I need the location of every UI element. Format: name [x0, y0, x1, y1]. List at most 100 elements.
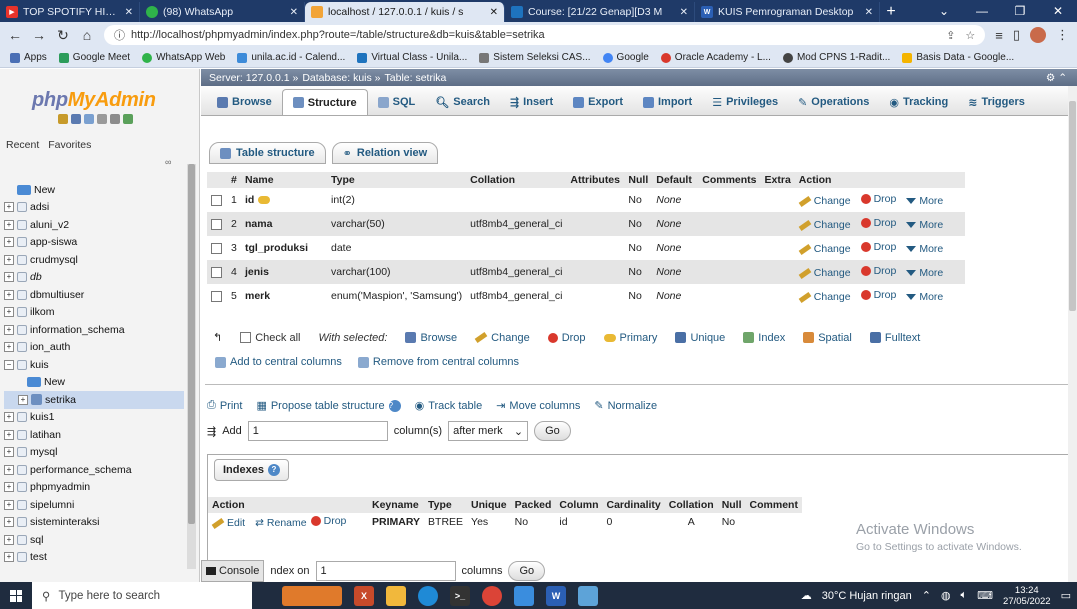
home-icon[interactable]: ⌂	[80, 27, 94, 43]
change-column-button[interactable]: Change	[798, 243, 851, 255]
expand-icon[interactable]: +	[4, 254, 14, 265]
close-window-icon[interactable]: ✕	[1039, 0, 1077, 22]
expand-icon[interactable]: +	[18, 394, 28, 405]
expand-icon[interactable]: +	[4, 324, 14, 335]
sidebar-table-setrika[interactable]: + setrika	[4, 391, 184, 409]
sidebar-db-phpmyadmin[interactable]: + phpmyadmin	[4, 479, 184, 497]
row-checkbox[interactable]	[211, 218, 222, 230]
gear-icon[interactable]: ⚙ ⌃	[1046, 72, 1077, 84]
start-button[interactable]	[0, 582, 32, 609]
edge-icon[interactable]	[418, 585, 438, 606]
main-scrollbar[interactable]	[1068, 86, 1077, 582]
help-icon[interactable]: ?	[388, 399, 401, 412]
virtualbox-icon[interactable]	[514, 585, 534, 606]
recent-tab[interactable]: Recent	[6, 139, 39, 151]
breadcrumb-table[interactable]: Table: setrika	[385, 72, 447, 84]
logout-icon[interactable]	[71, 114, 81, 124]
remove-central-columns-button[interactable]: Remove from central columns	[357, 356, 519, 368]
normalize-button[interactable]: ✎ Normalize	[594, 399, 657, 413]
browser-tab-kuis[interactable]: W KUIS Pemrograman Desktop ✕	[695, 2, 880, 22]
sidebar-db-ion-auth[interactable]: + ion_auth	[4, 339, 184, 357]
help-icon[interactable]	[84, 114, 94, 124]
index-rename-button[interactable]: ⇄ Rename	[255, 517, 307, 529]
forward-icon[interactable]: →	[32, 27, 46, 43]
tab-privileges[interactable]: ☰ Privileges	[702, 89, 788, 115]
browser-tab-whatsapp[interactable]: (98) WhatsApp ✕	[140, 2, 305, 22]
chevron-down-icon[interactable]: ⌄	[925, 0, 963, 22]
sidebar-scrollbar[interactable]	[187, 164, 196, 569]
sidebar-db-ilkom[interactable]: + ilkom	[4, 304, 184, 322]
tab-triggers[interactable]: ≋ Triggers	[958, 89, 1035, 115]
breadcrumb-database[interactable]: Database: kuis »	[302, 72, 380, 84]
tab-search[interactable]: 🔍︎ Search	[425, 89, 500, 115]
expand-icon[interactable]: +	[4, 237, 14, 248]
row-select-cell[interactable]	[207, 260, 227, 284]
sidebar-db-performance-schema[interactable]: + performance_schema	[4, 461, 184, 479]
bookmark-whatsapp[interactable]: WhatsApp Web	[142, 52, 225, 63]
collapse-icon[interactable]: −	[4, 359, 14, 370]
expand-icon[interactable]: +	[4, 219, 14, 230]
bookmark-google[interactable]: Google	[602, 52, 649, 63]
print-button[interactable]: ⎙ Print	[207, 399, 242, 412]
move-columns-button[interactable]: ⇥ Move columns	[496, 399, 580, 413]
more-actions-button[interactable]: More	[906, 291, 943, 303]
add-column-go-button[interactable]: Go	[534, 421, 571, 441]
browser-tab-phpmyadmin[interactable]: localhost / 127.0.0.1 / kuis / s ✕	[305, 2, 505, 22]
sidebar-db-latihan[interactable]: + latihan	[4, 426, 184, 444]
console-toggle[interactable]: Console	[201, 559, 265, 582]
index-edit-button[interactable]: Edit	[211, 517, 245, 529]
bookmark-google-meet[interactable]: Google Meet	[58, 52, 130, 63]
sidebar-db-mysql[interactable]: + mysql	[4, 444, 184, 462]
add-column-count-input[interactable]: 1	[247, 421, 388, 441]
star-icon[interactable]: ☆	[965, 29, 975, 42]
gear-icon[interactable]	[110, 114, 120, 124]
minimize-icon[interactable]: —	[963, 0, 1001, 22]
phpmyadmin-logo[interactable]: phpMyAdmin	[32, 89, 156, 112]
new-database-link[interactable]: New	[4, 374, 184, 392]
sidebar-db-test[interactable]: + test	[4, 549, 184, 567]
close-icon[interactable]: ✕	[865, 7, 873, 18]
volume-icon[interactable]: 🔈︎	[961, 589, 968, 602]
sidebar-db-sipelumni[interactable]: + sipelumni	[4, 496, 184, 514]
add-central-columns-button[interactable]: Add to central columns	[215, 356, 342, 368]
keyboard-icon[interactable]: ⌨	[977, 589, 993, 602]
restore-icon[interactable]: ❐	[1001, 0, 1039, 22]
column-position-select[interactable]: after merk ⌄	[448, 421, 529, 441]
expand-icon[interactable]: +	[4, 272, 14, 283]
bulk-fulltext-button[interactable]: Fulltext	[869, 332, 920, 344]
word-icon[interactable]: W	[546, 585, 566, 606]
tab-sql[interactable]: SQL	[368, 89, 426, 115]
expand-icon[interactable]: +	[4, 202, 14, 213]
bulk-index-button[interactable]: Index	[743, 332, 785, 344]
sidebar-db-adsi[interactable]: + adsi	[4, 199, 184, 217]
app-icon[interactable]	[578, 585, 598, 606]
tab-browse[interactable]: Browse	[207, 89, 282, 115]
new-tab-button[interactable]: +	[880, 2, 902, 22]
change-column-button[interactable]: Change	[798, 219, 851, 231]
clock[interactable]: 13:24 27/05/2022	[1003, 585, 1051, 607]
bulk-unique-button[interactable]: Unique	[675, 332, 725, 344]
bookmark-basis-data[interactable]: Basis Data - Google...	[902, 52, 1014, 63]
bulk-spatial-button[interactable]: Spatial	[803, 332, 852, 344]
sidebar-db-sql[interactable]: + sql	[4, 531, 184, 549]
change-column-button[interactable]: Change	[798, 267, 851, 279]
row-select-cell[interactable]	[207, 236, 227, 260]
row-checkbox[interactable]	[211, 242, 222, 254]
url-input[interactable]: ⓘ http://localhost/phpmyadmin/index.php?…	[104, 25, 986, 45]
bulk-change-button[interactable]: Change	[474, 332, 530, 344]
terminal-icon[interactable]: >_	[450, 585, 470, 606]
expand-icon[interactable]: +	[4, 482, 14, 493]
network-icon[interactable]: ◍	[941, 589, 951, 602]
browser-tab-course[interactable]: Course: [21/22 Genap][D3 M ✕	[505, 2, 695, 22]
index-go-button[interactable]: Go	[508, 560, 546, 581]
drop-column-button[interactable]: Drop	[860, 241, 896, 253]
expand-icon[interactable]: +	[4, 412, 14, 423]
expand-icon[interactable]: +	[4, 552, 14, 563]
propose-structure-button[interactable]: ▦ Propose table structure?	[256, 399, 401, 412]
row-select-cell[interactable]	[207, 284, 227, 308]
weather-text[interactable]: 30°C Hujan ringan	[822, 590, 912, 602]
news-widget-icon[interactable]	[282, 585, 342, 606]
close-icon[interactable]: ✕	[290, 7, 298, 18]
close-icon[interactable]: ✕	[125, 7, 133, 18]
expand-icon[interactable]: +	[4, 307, 14, 318]
